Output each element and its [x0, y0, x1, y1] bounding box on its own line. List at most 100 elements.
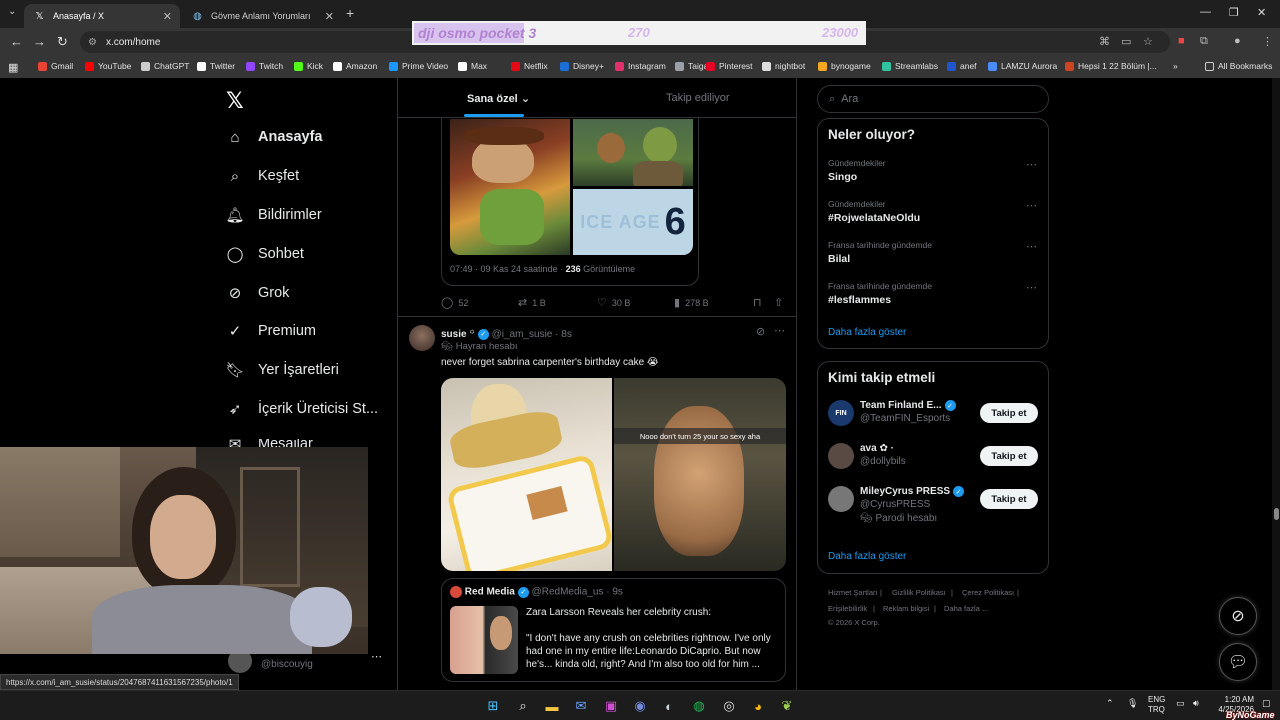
back-icon[interactable]: ←	[10, 34, 23, 49]
nav-item-bookmark[interactable]: 🔖︎ Yer İşaretleri	[225, 361, 338, 379]
tab-following[interactable]: Takip ediliyor	[666, 92, 730, 104]
account-handle[interactable]: @biscouyig	[261, 659, 313, 670]
bookmark-streamlabs[interactable]: Streamlabs	[882, 61, 938, 71]
browser-tab[interactable]: ◍ Gövme Anlamı Yorumları ✕	[182, 4, 342, 28]
video-editor-icon[interactable]: ▣	[602, 697, 620, 715]
spotify-icon[interactable]: ◍	[690, 697, 708, 715]
bookmark-chatgpt[interactable]: ChatGPT	[141, 61, 189, 71]
more-icon[interactable]: ⋯	[1026, 281, 1038, 294]
windows-start-icon[interactable]: ⊞	[484, 697, 502, 715]
chrome-icon[interactable]: ◕	[749, 697, 767, 715]
bookmark-hepsi-1-22-b-l-m[interactable]: Hepsi 1 22 Bölüm |...	[1065, 61, 1157, 71]
tray-chevron-icon[interactable]: ⌃	[1106, 698, 1114, 709]
avatar[interactable]	[409, 325, 435, 351]
footer-link-privacy[interactable]: Gizlilik Politikası	[892, 588, 946, 597]
nav-item-grok[interactable]: ⊘ Grok	[226, 284, 290, 302]
trend-item[interactable]: Fransa tarihinde gündemde Bilal ⋯	[818, 240, 1048, 276]
trend-item[interactable]: Fransa tarihinde gündemde #lesflammes ⋯	[818, 281, 1048, 317]
follow-name[interactable]: Team Finland E... ✓	[860, 400, 956, 411]
reload-icon[interactable]: ↻	[57, 34, 68, 50]
account-more-icon[interactable]: ⋯	[371, 650, 382, 663]
scrollbar-thumb[interactable]	[1274, 508, 1279, 520]
cast-icon[interactable]: ▭	[1121, 35, 1131, 48]
apps-grid-icon[interactable]: ▦	[8, 61, 18, 74]
follow-suggestion[interactable]: ava ✿ · @dollybils Takip et	[818, 443, 1048, 483]
more-icon[interactable]: ⋯	[1026, 158, 1038, 171]
trend-item[interactable]: Gündemdekiler Singo ⋯	[818, 158, 1048, 194]
bookmark-max[interactable]: Max	[458, 61, 487, 71]
bookmarks-overflow-icon[interactable]: »	[1173, 61, 1178, 71]
ice-age-6-image[interactable]: ICE AGE 6	[573, 189, 693, 255]
bookmark-lamzu-aurora[interactable]: LAMZU Aurora	[988, 61, 1057, 71]
mail-app-icon[interactable]: ✉	[572, 697, 590, 715]
browser-tab-active[interactable]: 𝕏 Anasayfa / X ✕	[24, 4, 180, 28]
bookmark-twitch[interactable]: Twitch	[246, 61, 283, 71]
bookmark-kick[interactable]: Kick	[294, 61, 323, 71]
scrollbar[interactable]	[1272, 78, 1280, 690]
more-icon[interactable]: ⋯	[774, 324, 785, 337]
close-icon[interactable]: ✕	[325, 10, 334, 23]
reply-button[interactable]: ◯ 52	[441, 296, 468, 309]
show-more-follow-link[interactable]: Daha fazla göster	[828, 551, 906, 562]
follow-suggestion[interactable]: FIN Team Finland E... ✓ @TeamFIN_Esports Tak…	[818, 400, 1048, 440]
birthday-cake-image[interactable]	[441, 378, 612, 571]
profile-avatar[interactable]: ●	[1234, 35, 1241, 47]
language-indicator[interactable]: ENG TRQ	[1148, 695, 1165, 715]
like-button[interactable]: ♡ 30 B	[597, 296, 630, 309]
app-icon[interactable]: ❦	[778, 697, 796, 715]
bookmark-taiga[interactable]: Taiga	[675, 61, 708, 71]
nav-item-rocket[interactable]: ➶ İçerik Üreticisi St...	[226, 400, 378, 418]
tab-for-you[interactable]: Sana özel ⌄	[467, 92, 530, 105]
extensions-icon[interactable]: ⧉	[1200, 35, 1208, 48]
follow-button[interactable]: Takip et	[980, 446, 1038, 466]
quote-card[interactable]: Red Media ✓ @RedMedia_us · 9s Zara Larsso…	[441, 578, 786, 682]
follow-name[interactable]: MileyCyrus PRESS ✓	[860, 486, 965, 497]
bookmark-pinterest[interactable]: Pinterest	[706, 61, 753, 71]
footer-link-accessibility[interactable]: Erişilebilirlik	[828, 604, 867, 613]
bookmark-anef[interactable]: anef	[947, 61, 977, 71]
bookmark-nightbot[interactable]: nightbot	[762, 61, 805, 71]
post-time[interactable]: 8s	[561, 329, 572, 340]
repost-button[interactable]: ⇄ 1 B	[518, 296, 546, 309]
bookmark-instagram[interactable]: Instagram	[615, 61, 666, 71]
star-icon[interactable]: ☆	[1143, 35, 1153, 48]
bookmark-twitter[interactable]: Twitter	[197, 61, 235, 71]
window-close-icon[interactable]: ✕	[1257, 6, 1266, 19]
bookmark-youtube[interactable]: YouTube	[85, 61, 131, 71]
bookmark-netflix[interactable]: Netflix	[511, 61, 548, 71]
avatar[interactable]	[828, 443, 854, 469]
views-button[interactable]: ▮ 278 B	[674, 296, 709, 309]
file-explorer-icon[interactable]: ▬	[543, 697, 561, 715]
bookmark-amazon[interactable]: Amazon	[333, 61, 377, 71]
more-icon[interactable]: ⋯	[1026, 240, 1038, 253]
notifications-icon[interactable]: ▢	[1262, 698, 1271, 709]
bookmark-prime-video[interactable]: Prime Video	[389, 61, 448, 71]
nav-item-search[interactable]: ⌕ Keşfet	[226, 167, 299, 185]
search-icon[interactable]: ⌕	[514, 697, 532, 715]
bookmark-disney[interactable]: Disney+	[560, 61, 604, 71]
trend-item[interactable]: Gündemdekiler #RojwelataNeOldu ⋯	[818, 199, 1048, 235]
grok-icon[interactable]: ⊘	[756, 325, 765, 338]
share-button[interactable]: ⇧	[774, 296, 788, 309]
grok-fab-button[interactable]: ⊘	[1219, 597, 1257, 635]
steam-icon[interactable]: ◐	[660, 697, 678, 715]
more-icon[interactable]: ⋯	[1026, 199, 1038, 212]
follow-name[interactable]: ava ✿ ·	[860, 443, 894, 454]
volume-icon[interactable]: 🔊︎	[1193, 698, 1199, 709]
extension-badge-icon[interactable]: ■	[1178, 35, 1185, 47]
forward-icon[interactable]: →	[33, 34, 46, 49]
network-icon[interactable]: ▭	[1176, 698, 1185, 709]
quote-thumbnail-image[interactable]	[450, 606, 518, 674]
nav-item-home[interactable]: ⌂ Anasayfa	[226, 128, 322, 146]
x-logo-icon[interactable]: 𝕏	[226, 88, 244, 114]
author-handle[interactable]: @i_am_susie	[492, 329, 553, 340]
avatar[interactable]: FIN	[828, 400, 854, 426]
show-more-trends-link[interactable]: Daha fazla göster	[828, 327, 906, 338]
nav-item-verified[interactable]: ✓ Premium	[226, 322, 316, 340]
minimize-icon[interactable]: —	[1200, 6, 1211, 18]
obs-icon[interactable]: ◎	[720, 697, 738, 715]
nav-item-bell[interactable]: 🔔︎ Bildirimler	[225, 206, 321, 224]
translate-icon[interactable]: ⌘	[1099, 35, 1110, 48]
messages-fab-button[interactable]: 💬︎	[1219, 643, 1257, 681]
microphone-icon[interactable]: 🎙︎	[1127, 698, 1138, 709]
